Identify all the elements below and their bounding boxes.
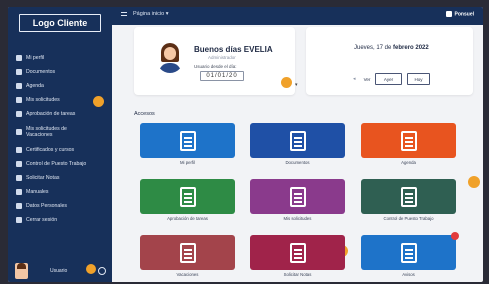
chevron-down-icon[interactable]: ▾ [295,82,298,88]
notification-dot [451,232,459,240]
tile-notices[interactable] [361,235,456,270]
tile-requests-label: Mis solicitudes [283,216,312,221]
brand-name: Ponsuel [454,11,474,18]
shortcuts-right-badge [468,176,480,188]
add-note-icon [289,242,306,263]
tile-documents[interactable] [250,123,345,158]
certificate-icon [16,147,22,153]
brand-small: Ponsuel [445,11,474,18]
workstation-icon [400,186,417,207]
tile-agenda-label: Agenda [401,160,416,165]
agenda-icon [400,130,417,151]
calendar-icon [16,83,22,89]
tile-requests[interactable] [250,179,345,214]
sidebar-item-profile[interactable]: Mi perfil [8,51,112,65]
tile-notes[interactable] [250,235,345,270]
breadcrumb-label[interactable]: Página inicio ▾ [133,11,168,17]
notice-icon [400,242,417,263]
sidebar-menu: Mi perfil Documentos Agenda Mis solicitu… [8,51,112,227]
yesterday-button[interactable]: Ayer [375,73,402,85]
approval-calendar-icon [179,186,196,207]
logout-icon [16,217,22,223]
profile-card-icon [179,130,196,151]
tile-approvals[interactable] [140,179,235,214]
breadcrumb[interactable]: Página inicio ▾ [121,11,168,17]
app-window: Página inicio ▾ Ponsuel Logo Cliente Mi … [8,7,483,282]
tile-profile-label: Mi perfil [179,160,196,165]
prev-icon[interactable]: ◂ [353,76,356,82]
sidebar: Logo Cliente Mi perfil Documentos Agenda… [8,7,112,282]
tile-agenda[interactable] [361,123,456,158]
id-icon [16,203,22,209]
book-icon [16,189,22,195]
since-value: 01/01/20 [200,71,244,81]
sidebar-item-agenda[interactable]: Agenda [8,79,112,93]
logo: Logo Cliente [19,14,101,32]
since-label: Usuario desde el día: [194,64,237,69]
document-icon [16,69,22,75]
requests-check-icon [289,186,306,207]
shortcuts-title: Accesos [134,111,155,117]
clock-icon [16,161,22,167]
tile-workstation[interactable] [361,179,456,214]
sidebar-item-manuals[interactable]: Manuales [8,185,112,199]
view-button[interactable]: Ver [362,73,372,85]
tile-vacations[interactable] [140,235,235,270]
tile-vacations-label: Vacaciones [176,272,199,277]
greeting: Buenos días EVELIA [194,45,273,54]
sidebar-item-notes[interactable]: Solicitar Notas [8,171,112,185]
brand-logo-icon [445,11,452,17]
date-card: Jueves, 17 de febrero 2022 ◂ Ver Ayer Ho… [306,27,473,95]
note-icon [16,175,22,181]
sidebar-item-documents[interactable]: Documentos [8,65,112,79]
sidebar-badge [93,96,104,107]
sidebar-item-personal-data[interactable]: Datos Personales [8,199,112,213]
user-badge [86,264,96,274]
tile-workstation-label: Control de Puesto Trabajo [383,216,434,221]
user-bar[interactable]: Usuario [8,260,112,282]
menu-icon[interactable] [121,11,127,16]
tile-documents-label: Documentos [285,160,310,165]
sidebar-item-logout[interactable]: Cerrar sesión [8,213,112,227]
welcome-badge [281,77,292,88]
tile-approvals-label: Aprobación de tareas [167,216,208,221]
check-icon [16,111,22,117]
documents-icon [289,130,306,151]
plane-icon [16,129,22,135]
tile-notices-label: Avisos [402,272,415,277]
vacation-icon [179,242,196,263]
list-icon [16,97,22,103]
welcome-card: Buenos días EVELIA Administrador Usuario… [134,27,298,95]
sidebar-item-certificates[interactable]: Certificados y cursos [8,143,112,157]
sidebar-item-workstation[interactable]: Control de Puesto Trabajo [8,157,112,171]
user-name: Usuario [50,268,68,274]
tile-profile[interactable] [140,123,235,158]
sidebar-item-approvals[interactable]: Aprobación de tareas [8,107,112,121]
gear-icon[interactable] [98,267,106,275]
user-icon [16,55,22,61]
user-role: Administrador [208,55,236,60]
sidebar-item-vacations[interactable]: Mis solicitudes de Vacaciones [8,121,112,143]
avatar[interactable] [15,263,28,279]
user-avatar-icon [156,43,184,73]
tile-notes-label: Solicitar Notas [283,272,312,277]
today-button[interactable]: Hoy [407,73,430,85]
date-title: Jueves, 17 de febrero 2022 [354,45,429,51]
